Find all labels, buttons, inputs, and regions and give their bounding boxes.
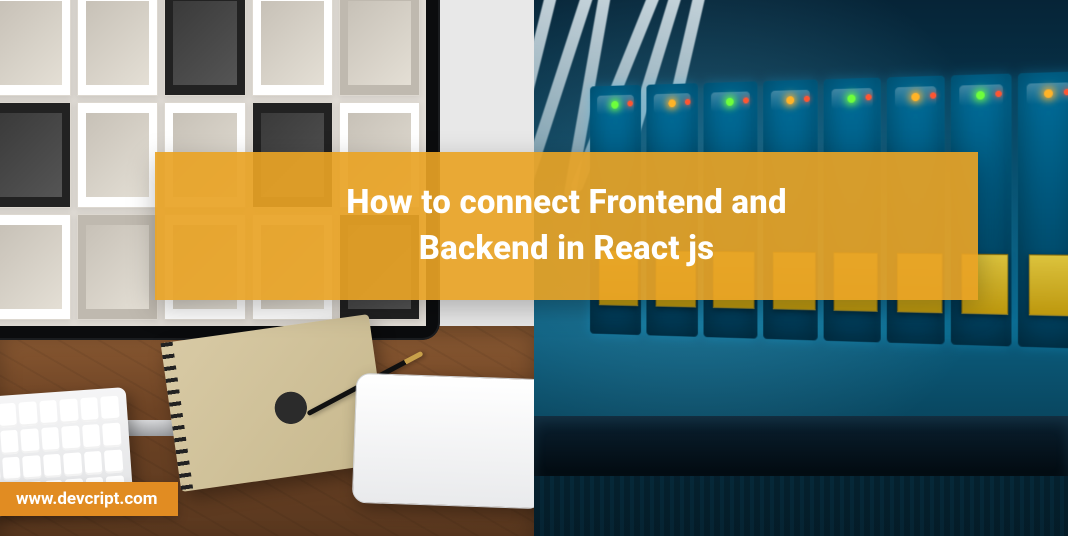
site-url-text: www.devcript.com	[16, 489, 158, 509]
banner-title: How to connect Frontend and Backend in R…	[346, 180, 786, 272]
trackpad	[352, 373, 534, 510]
site-url-badge: www.devcript.com	[0, 482, 178, 516]
server-module	[1017, 71, 1068, 348]
title-line-1: How to connect Frontend and	[346, 183, 786, 222]
title-overlay: How to connect Frontend and Backend in R…	[155, 152, 978, 300]
rack-vents	[534, 476, 1068, 536]
title-line-2: Backend in React js	[419, 229, 714, 268]
rack-bar	[534, 416, 1068, 476]
banner-container: How to connect Frontend and Backend in R…	[0, 0, 1068, 536]
